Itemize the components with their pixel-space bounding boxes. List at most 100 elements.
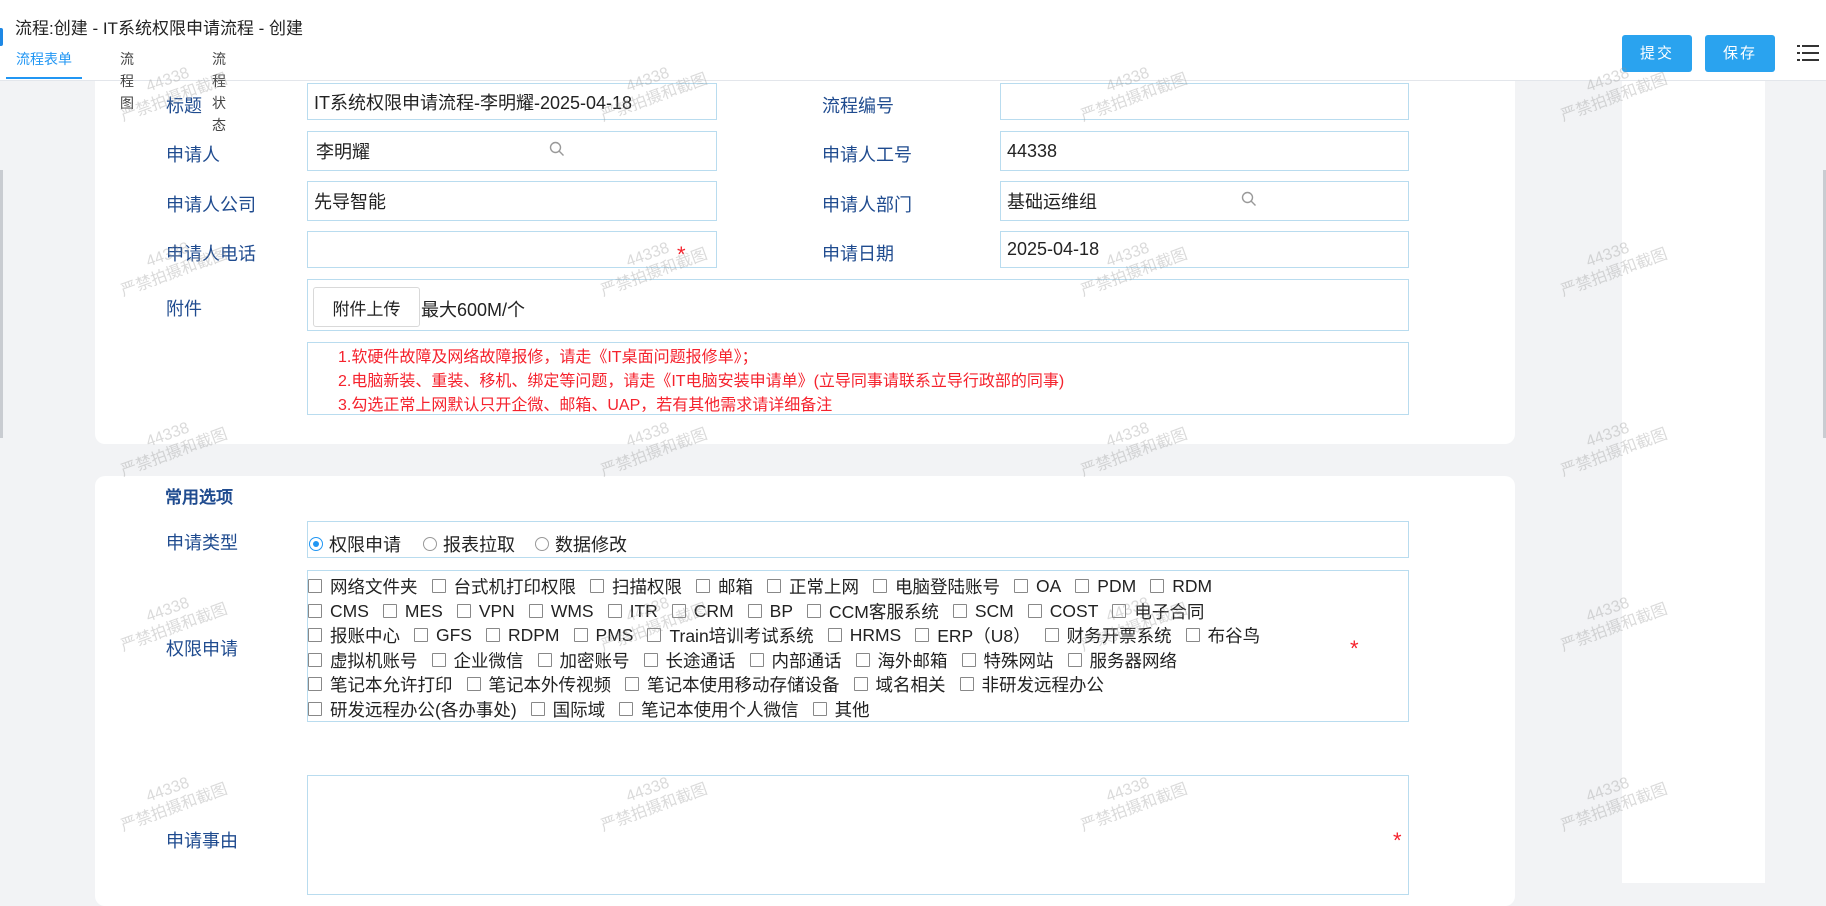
upload-button[interactable]: 附件上传 [313,287,420,327]
tab-form[interactable]: 流程表单 [6,48,82,79]
permission-checkbox[interactable]: 虚拟机账号 [308,648,418,673]
attachment-label: 附件 [166,299,202,319]
checkbox-unchecked-icon [1185,628,1200,642]
radio-unchecked-icon [423,537,437,551]
permission-checkbox[interactable]: PMS [573,625,633,646]
permission-checkbox[interactable]: VPN [456,601,515,622]
applicant-field[interactable]: 李明耀 [307,131,717,171]
checkbox-label: 笔记本使用个人微信 [641,699,799,720]
permission-checkbox[interactable]: CCM客服系统 [807,599,939,624]
permission-checkbox[interactable]: 笔记本使用移动存储设备 [625,672,840,697]
permission-checkbox[interactable]: CMS [308,601,369,622]
submit-button[interactable]: 提交 [1622,35,1692,72]
dept-search-icon[interactable] [1241,191,1257,207]
permission-checkbox[interactable]: PDM [1075,576,1136,597]
checkbox-label: 正常上网 [789,576,859,597]
permission-checkbox[interactable]: ITR [607,601,658,622]
permission-checkbox[interactable]: GFS [414,625,472,646]
window-title: 流程:创建 - IT系统权限申请流程 - 创建 [15,19,304,38]
permission-checkbox[interactable]: 内部通话 [749,648,842,673]
checkbox-label: 财务开票系统 [1066,625,1172,646]
checkbox-unchecked-icon [308,677,322,691]
permission-checkbox[interactable]: 非研发远程办公 [959,672,1105,697]
permission-checkbox[interactable]: 域名相关 [853,672,946,697]
dept-field[interactable]: 基础运维组 [1000,181,1409,221]
radio-report-pull[interactable]: 报表拉取 [423,531,515,557]
radio-label: 权限申请 [329,535,401,555]
permission-checkbox[interactable]: 扫描权限 [590,574,682,599]
permission-checkbox[interactable]: OA [1014,576,1061,597]
checkbox-label: 特殊网站 [983,650,1054,671]
permission-checkbox[interactable]: 布谷鸟 [1185,623,1260,648]
applicant-search-icon[interactable] [549,141,565,157]
checkbox-label: ERP（U8） [937,625,1031,646]
radio-data-modify[interactable]: 数据修改 [535,531,627,557]
permission-checkbox[interactable]: 服务器网络 [1067,648,1177,673]
permission-checkbox[interactable]: 报账中心 [308,623,400,648]
permission-checkbox[interactable]: 电脑登陆账号 [873,574,1000,599]
checkbox-unchecked-icon [915,628,930,642]
permission-checkbox[interactable]: COST [1027,601,1098,622]
checkbox-unchecked-icon [530,702,545,716]
permission-checkbox[interactable]: 其他 [812,697,870,722]
date-label: 申请日期 [822,244,894,264]
emp-no-label: 申请人工号 [822,145,912,165]
checkbox-unchecked-icon [607,604,622,618]
permission-checkbox[interactable]: 电子合同 [1112,599,1204,624]
permission-checkbox[interactable]: SCM [952,601,1014,622]
right-side-panel [1622,80,1765,883]
permission-checkbox[interactable]: 笔记本使用个人微信 [619,697,799,722]
checkbox-unchecked-icon [308,702,322,716]
save-button[interactable]: 保存 [1705,35,1775,72]
permission-checkbox[interactable]: 财务开票系统 [1044,623,1172,648]
notice-line: 3.勾选正常上网默认只开企微、邮箱、UAP，若有其他需求请详细备注 [338,397,833,414]
checkbox-label: RDPM [507,624,560,645]
permission-checkbox[interactable]: RDM [1150,576,1212,597]
checkbox-unchecked-icon [671,604,686,618]
emp-no-field[interactable]: 44338 [1000,131,1409,171]
checkbox-label: BP [769,600,794,621]
permission-checkbox[interactable]: 加密账号 [537,648,630,673]
permission-checkbox[interactable]: 正常上网 [767,574,859,599]
permission-checkbox[interactable]: 海外邮箱 [855,648,948,673]
radio-permission-apply[interactable]: 权限申请 [309,531,401,557]
checkbox-unchecked-icon [466,677,481,691]
company-field[interactable]: 先导智能 [307,181,717,221]
reason-textarea[interactable] [307,775,1409,895]
permission-checkbox[interactable]: 特殊网站 [961,648,1054,673]
list-menu-icon[interactable] [1797,42,1819,64]
permission-checkbox[interactable]: 研发远程办公(各办事处) [308,697,517,722]
checkbox-unchecked-icon [827,628,842,642]
permission-checkbox[interactable]: 笔记本允许打印 [308,672,453,697]
tab-flowchart[interactable]: 流程图 [120,48,134,111]
permission-checkbox[interactable]: 邮箱 [696,574,753,599]
permission-checkbox[interactable]: WMS [528,601,594,622]
checkbox-unchecked-icon [873,579,887,593]
permission-checkbox[interactable]: 台式机打印权限 [431,574,576,599]
permission-checkbox[interactable]: ERP（U8） [915,623,1031,648]
permission-checkbox[interactable]: 国际域 [530,697,605,722]
date-field[interactable]: 2025-04-18 [1000,231,1409,268]
permission-checkbox[interactable]: MES [382,601,443,622]
checkbox-unchecked-icon [625,677,639,691]
permission-checkbox[interactable]: RDPM [485,624,560,646]
phone-label: 申请人电话 [166,244,256,264]
permission-checkbox[interactable]: 网络文件夹 [308,574,418,599]
permission-checkbox[interactable]: HRMS [827,625,901,646]
permission-checkbox[interactable]: CRM [671,601,734,622]
permission-checkbox[interactable]: 长途通话 [643,648,736,673]
permission-checkbox[interactable]: BP [747,600,794,622]
checkbox-unchecked-icon [767,579,781,593]
phone-field[interactable] [307,231,717,268]
checkbox-unchecked-icon [749,653,764,667]
title-field[interactable]: IT系统权限申请流程-李明耀-2025-04-18 [307,83,717,120]
radio-checked-icon [309,537,323,551]
permission-checkbox[interactable]: 企业微信 [431,648,524,673]
checkbox-label: 非研发远程办公 [981,674,1105,695]
permission-checkbox[interactable]: Train培训考试系统 [647,623,814,648]
permission-row: CMS MES VPN WMS ITR CRM BP CCM客服系统 SCM COST 电子合同 [308,600,1218,622]
flow-no-field[interactable] [1000,83,1409,120]
permission-checkbox[interactable]: 笔记本外传视频 [466,672,611,697]
checkbox-unchecked-icon [647,628,662,642]
tab-flow-status[interactable]: 流程状态 [212,48,226,133]
